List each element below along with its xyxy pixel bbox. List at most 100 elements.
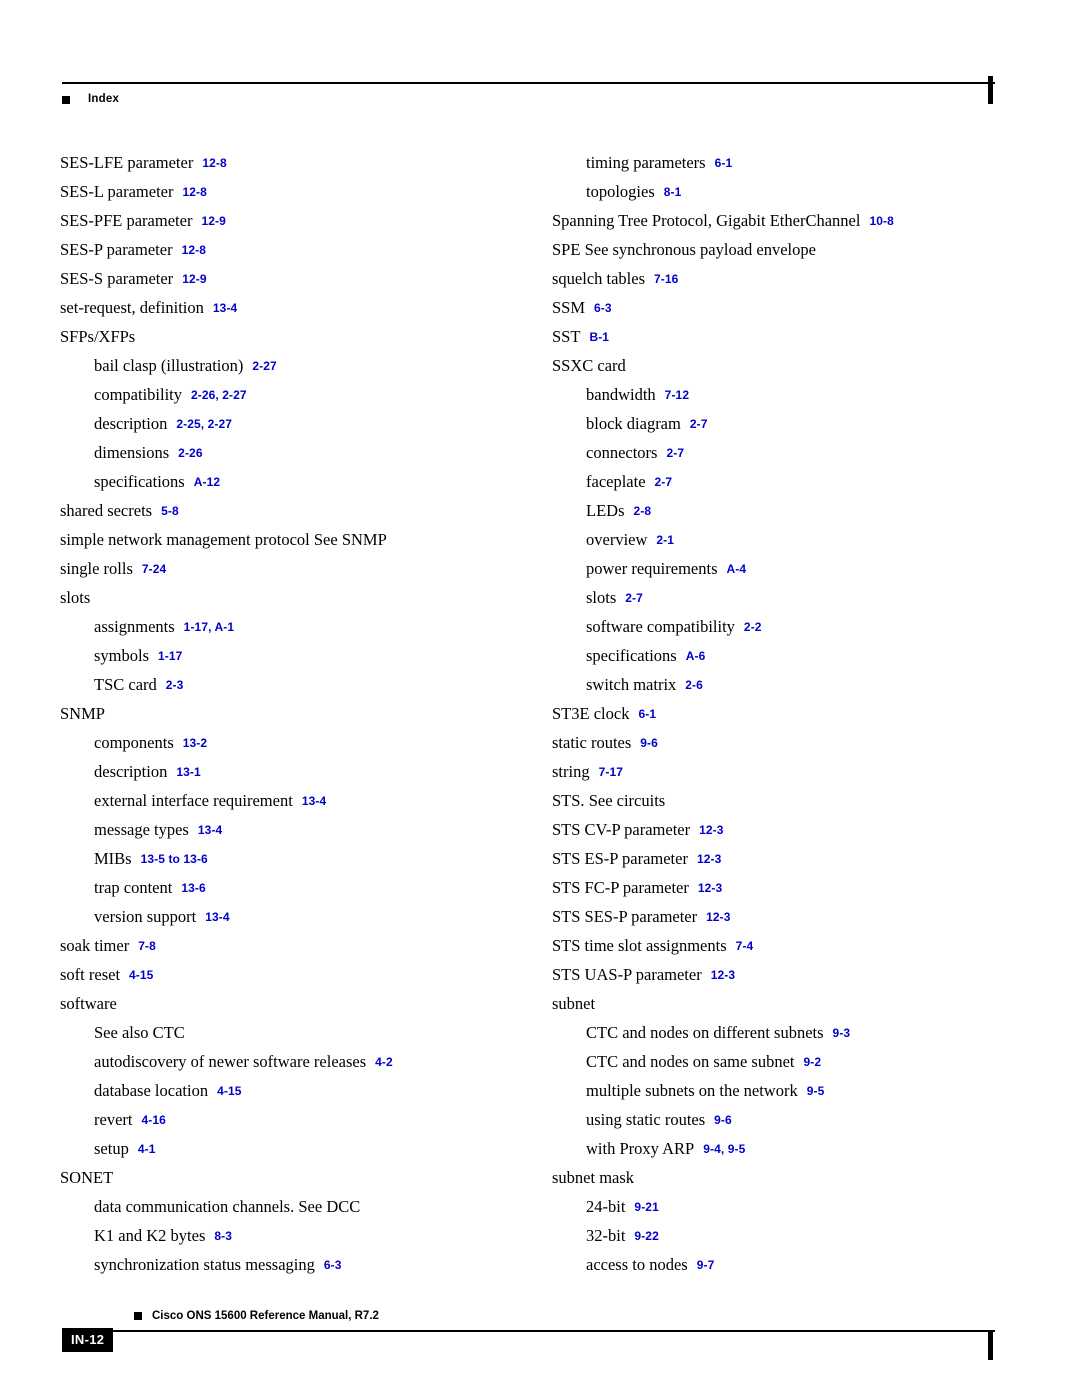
index-page-reference[interactable]: 9-6 (640, 736, 658, 750)
index-term: SES-P parameter (60, 240, 173, 259)
index-page-reference[interactable]: 2-3 (166, 678, 184, 692)
index-entry: CTC and nodes on different subnets 9-3 (552, 1018, 1022, 1047)
index-page-reference[interactable]: 13-4 (198, 823, 222, 837)
index-entry: description 13-1 (60, 757, 530, 786)
index-page-reference[interactable]: 4-16 (141, 1113, 165, 1127)
index-page-reference[interactable]: 2-26 (178, 446, 202, 460)
index-term: trap content (94, 878, 173, 897)
index-page-reference[interactable]: 12-8 (182, 243, 206, 257)
index-page-reference[interactable]: 12-3 (697, 852, 721, 866)
index-entry: trap content 13-6 (60, 873, 530, 902)
index-page-reference[interactable]: 9-21 (634, 1200, 658, 1214)
index-term: TSC card (94, 675, 157, 694)
index-page-reference[interactable]: A-12 (194, 475, 220, 489)
index-page-reference[interactable]: 5-8 (161, 504, 179, 518)
index-term: SES-PFE parameter (60, 211, 193, 230)
index-page-reference[interactable]: 7-8 (138, 939, 156, 953)
index-page-reference[interactable]: 9-4, 9-5 (703, 1142, 745, 1156)
index-page-reference[interactable]: 2-7 (655, 475, 673, 489)
index-page-reference[interactable]: 4-1 (138, 1142, 156, 1156)
index-page-reference[interactable]: 2-7 (625, 591, 643, 605)
index-page-reference[interactable]: 4-15 (129, 968, 153, 982)
index-page-reference[interactable]: 4-15 (217, 1084, 241, 1098)
index-page-reference[interactable]: 2-25, 2-27 (176, 417, 232, 431)
index-page-reference[interactable]: 12-9 (182, 272, 206, 286)
index-page-reference[interactable]: 2-1 (656, 533, 674, 547)
index-term: set-request, definition (60, 298, 204, 317)
index-page-reference[interactable]: 13-1 (176, 765, 200, 779)
index-page-reference[interactable]: 7-12 (665, 388, 689, 402)
index-page-reference[interactable]: 2-26, 2-27 (191, 388, 247, 402)
index-page-reference[interactable]: 9-6 (714, 1113, 732, 1127)
index-page-reference[interactable]: 7-16 (654, 272, 678, 286)
index-page-reference[interactable]: 6-1 (638, 707, 656, 721)
index-page-reference[interactable]: 6-3 (594, 301, 612, 315)
index-term: STS CV-P parameter (552, 820, 691, 839)
index-page-reference[interactable]: 4-2 (375, 1055, 393, 1069)
index-page-reference[interactable]: 12-3 (706, 910, 730, 924)
index-page-reference[interactable]: 1-17, A-1 (184, 620, 234, 634)
index-term: dimensions (94, 443, 170, 462)
index-page-reference[interactable]: 2-6 (685, 678, 703, 692)
index-page-reference[interactable]: 2-7 (666, 446, 684, 460)
index-page-reference[interactable]: 7-17 (599, 765, 623, 779)
index-term: autodiscovery of newer software releases (94, 1052, 367, 1071)
index-entry: message types 13-4 (60, 815, 530, 844)
index-page-reference[interactable]: A-4 (727, 562, 747, 576)
index-page-reference[interactable]: 13-4 (302, 794, 326, 808)
index-entry: revert 4-16 (60, 1105, 530, 1134)
index-term: soak timer (60, 936, 130, 955)
index-page-reference[interactable]: B-1 (589, 330, 609, 344)
index-page-reference[interactable]: 2-8 (634, 504, 652, 518)
index-term: SPE (552, 240, 585, 259)
index-page-reference[interactable]: 2-27 (252, 359, 276, 373)
index-page-reference[interactable]: 9-7 (697, 1258, 715, 1272)
index-page-reference[interactable]: 9-5 (807, 1084, 825, 1098)
index-page-reference[interactable]: 13-6 (181, 881, 205, 895)
index-term: revert (94, 1110, 133, 1129)
index-term: assignments (94, 617, 175, 636)
index-page-reference[interactable]: 7-4 (736, 939, 754, 953)
index-page-reference[interactable]: 6-1 (715, 156, 733, 170)
index-term-crossref: See also (94, 1023, 149, 1042)
index-term: simple network management protocol (60, 530, 314, 549)
index-page-reference[interactable]: 12-3 (711, 968, 735, 982)
index-term-crossref: See (313, 530, 338, 549)
index-term: description (94, 414, 168, 433)
index-term: access to nodes (586, 1255, 688, 1274)
index-page-reference[interactable]: 13-4 (205, 910, 229, 924)
index-entry: static routes 9-6 (552, 728, 1022, 757)
index-page-reference[interactable]: 12-8 (202, 156, 226, 170)
index-page-reference[interactable]: 2-2 (744, 620, 762, 634)
index-page-reference[interactable]: 13-4 (213, 301, 237, 315)
index-page-reference[interactable]: 9-2 (804, 1055, 822, 1069)
index-term-suffix: synchronous payload envelope (608, 240, 816, 259)
index-page-reference[interactable]: 9-22 (634, 1229, 658, 1243)
index-entry: STS SES-P parameter 12-3 (552, 902, 1022, 931)
index-entry: TSC card 2-3 (60, 670, 530, 699)
index-page-reference[interactable]: A-6 (686, 649, 706, 663)
index-page-reference[interactable]: 7-24 (142, 562, 166, 576)
index-page-reference[interactable]: 13-2 (183, 736, 207, 750)
index-page-reference[interactable]: 2-7 (690, 417, 708, 431)
index-entry: multiple subnets on the network 9-5 (552, 1076, 1022, 1105)
index-term-suffix: circuits (612, 791, 666, 810)
index-page-reference[interactable]: 8-1 (664, 185, 682, 199)
index-page-reference[interactable]: 8-3 (214, 1229, 232, 1243)
index-term: string (552, 762, 590, 781)
index-page-reference[interactable]: 12-3 (698, 881, 722, 895)
index-page-reference[interactable]: 10-8 (869, 214, 893, 228)
index-entry: soft reset 4-15 (60, 960, 530, 989)
index-page-reference[interactable]: 12-9 (201, 214, 225, 228)
index-page-reference[interactable]: 12-3 (699, 823, 723, 837)
index-term: description (94, 762, 168, 781)
index-entry: SES-PFE parameter 12-9 (60, 206, 530, 235)
index-page-reference[interactable]: 9-3 (833, 1026, 851, 1040)
index-page-reference[interactable]: 1-17 (158, 649, 182, 663)
index-entry: STS UAS-P parameter 12-3 (552, 960, 1022, 989)
index-entry: setup 4-1 (60, 1134, 530, 1163)
index-page-reference[interactable]: 6-3 (324, 1258, 342, 1272)
index-page-reference[interactable]: 13-5 to 13-6 (141, 852, 208, 866)
index-page-reference[interactable]: 12-8 (182, 185, 206, 199)
index-entry: overview 2-1 (552, 525, 1022, 554)
